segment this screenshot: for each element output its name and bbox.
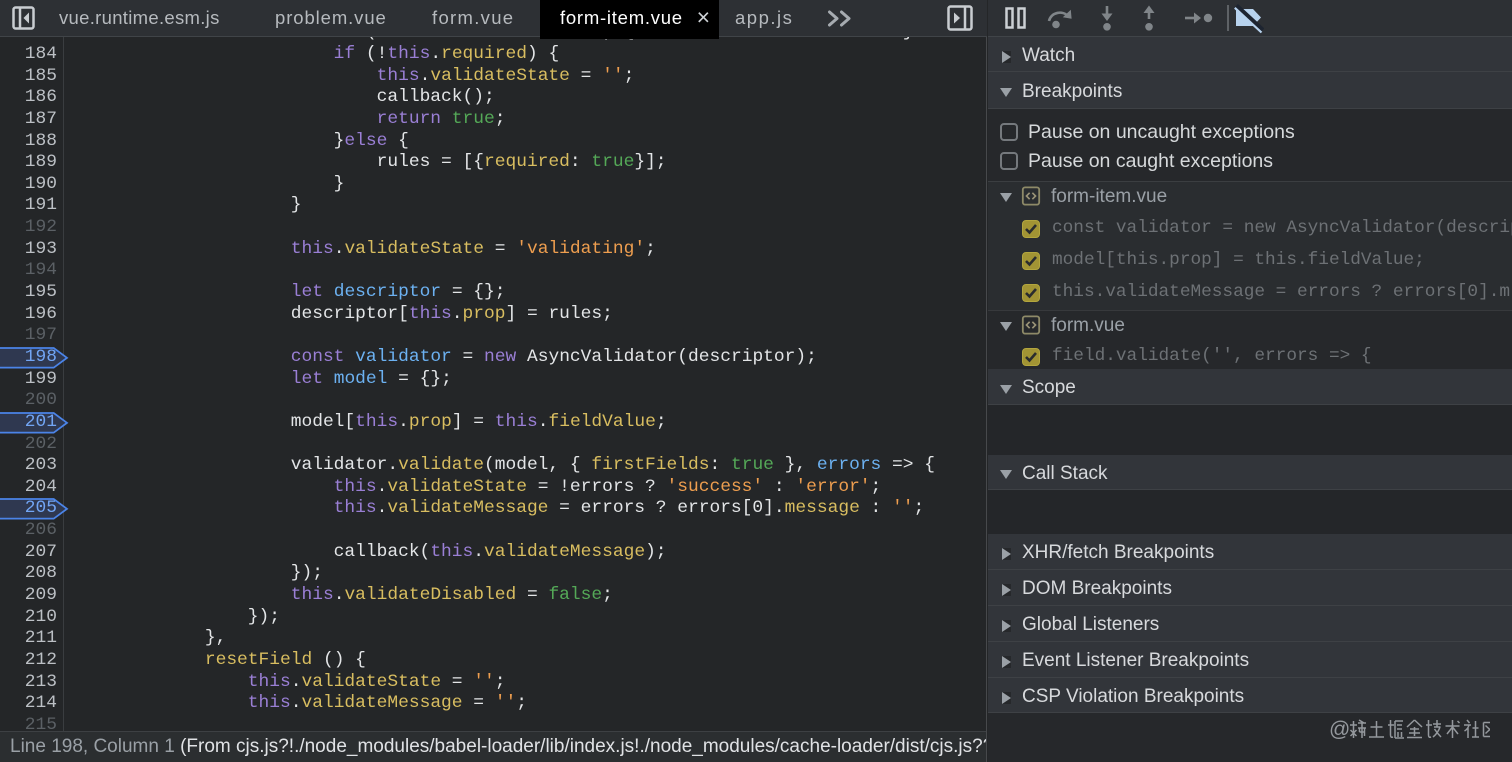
- svg-text:@: @: [1330, 719, 1350, 741]
